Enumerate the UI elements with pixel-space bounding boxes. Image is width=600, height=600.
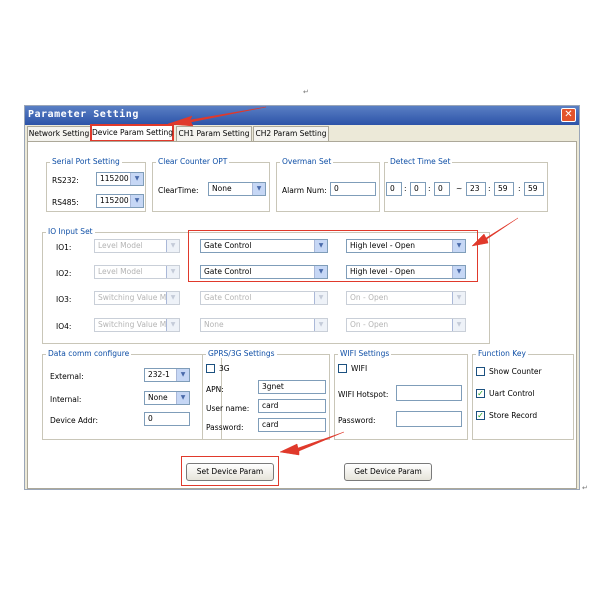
arrow-to-set-button <box>279 431 345 456</box>
arrow-to-tab <box>167 106 267 127</box>
annotation-arrows <box>167 106 519 456</box>
arrow-to-io <box>471 217 519 247</box>
